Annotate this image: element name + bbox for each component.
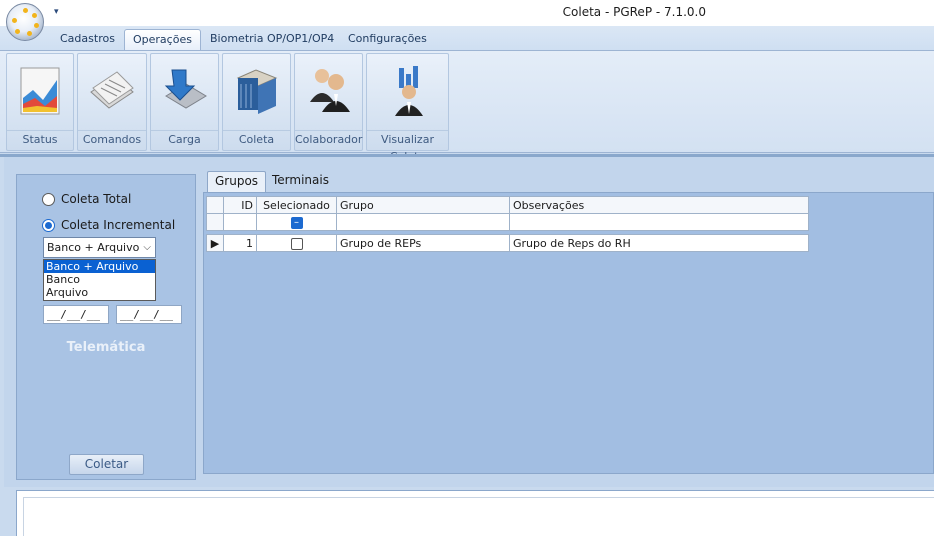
source-dropdown-list: Banco + Arquivo Banco Arquivo <box>43 259 156 301</box>
cell-observacoes[interactable]: Grupo de Reps do RH <box>509 234 809 252</box>
filter-selecionado-cell[interactable]: – <box>256 213 337 231</box>
dropdown-option-banco[interactable]: Banco <box>44 273 155 286</box>
coletar-button[interactable]: Coletar <box>69 454 144 475</box>
radio-coleta-total-indicator[interactable] <box>42 192 55 206</box>
carga-download-icon <box>164 69 207 109</box>
tab-terminais[interactable]: Terminais <box>265 171 336 192</box>
row-header-corner <box>206 196 224 214</box>
tab-grupos[interactable]: Grupos <box>207 171 267 192</box>
filter-row-header <box>206 213 224 231</box>
comandos-documents-icon <box>90 71 134 109</box>
column-header-selecionado[interactable]: Selecionado <box>256 196 337 214</box>
dropdown-option-arquivo[interactable]: Arquivo <box>44 286 155 299</box>
grupos-table: ID Selecionado Grupo Observações – ▶ 1 G… <box>206 196 809 252</box>
coleta-label: Coleta <box>223 130 290 147</box>
tab-configuracoes[interactable]: Configurações <box>340 29 435 50</box>
coleta-book-icon <box>236 69 277 114</box>
colaborador-users-icon <box>309 69 350 112</box>
ribbon-tab-bar: Cadastros Operações Biometria OP/OP1/OP4… <box>0 26 934 50</box>
status-chart-icon <box>20 67 60 115</box>
tab-cadastros[interactable]: Cadastros <box>52 29 123 50</box>
tab-biometria[interactable]: Biometria OP/OP1/OP4 <box>202 29 342 50</box>
colaborador-label: Colaborador <box>295 130 362 147</box>
radio-coleta-incremental-label: Coleta Incremental <box>61 218 176 232</box>
table-header-row: ID Selecionado Grupo Observações <box>206 196 809 214</box>
coleta-button[interactable]: Coleta <box>222 53 291 151</box>
table-row[interactable]: ▶ 1 Grupo de REPs Grupo de Reps do RH <box>206 234 809 252</box>
coleta-options-panel: Coleta Total Coleta Incremental Banco + … <box>16 174 196 480</box>
application-menu-button[interactable] <box>6 3 44 41</box>
date-from-field[interactable]: __/__/__ <box>43 305 109 324</box>
grid-area: Grupos Terminais ID Selecionado Grupo Ob… <box>201 168 934 480</box>
radio-coleta-total[interactable]: Coleta Total <box>42 191 131 207</box>
log-textarea[interactable] <box>23 497 934 536</box>
cell-grupo[interactable]: Grupo de REPs <box>336 234 510 252</box>
filter-observacoes-cell[interactable] <box>509 213 809 231</box>
visualizar-coleta-button[interactable]: Visualizar Coleta <box>366 53 449 163</box>
visualizar-coleta-icon <box>394 66 423 116</box>
source-select-value: Banco + Arquivo <box>47 241 140 254</box>
source-select[interactable]: Banco + Arquivo ⌵ <box>43 237 156 258</box>
column-header-observacoes[interactable]: Observações <box>509 196 809 214</box>
radio-coleta-total-label: Coleta Total <box>61 192 132 206</box>
title-bar: ▾ Coleta - PGReP - 7.1.0.0 <box>0 0 934 26</box>
radio-coleta-incremental-indicator[interactable] <box>42 218 55 232</box>
telematica-label: Telemática <box>66 340 146 355</box>
select-all-checkbox[interactable]: – <box>290 216 303 229</box>
column-header-grupo[interactable]: Grupo <box>336 196 510 214</box>
date-to-field[interactable]: __/__/__ <box>116 305 182 324</box>
comandos-button[interactable]: Comandos <box>77 53 147 151</box>
radio-coleta-incremental[interactable]: Coleta Incremental <box>42 217 175 233</box>
cell-selecionado[interactable] <box>256 234 337 252</box>
status-button[interactable]: Status <box>6 53 74 151</box>
column-header-id[interactable]: ID <box>223 196 257 214</box>
chevron-down-icon[interactable]: ⌵ <box>143 238 151 257</box>
log-panel <box>16 490 934 536</box>
carga-button[interactable]: Carga <box>150 53 219 151</box>
tab-operacoes[interactable]: Operações <box>124 29 201 50</box>
carga-label: Carga <box>151 130 218 147</box>
dropdown-option-banco-arquivo[interactable]: Banco + Arquivo <box>44 260 155 273</box>
status-label: Status <box>7 130 73 147</box>
current-row-indicator-icon: ▶ <box>206 234 224 252</box>
cell-id[interactable]: 1 <box>223 234 257 252</box>
row-checkbox[interactable] <box>290 237 303 250</box>
comandos-label: Comandos <box>78 130 146 147</box>
colaborador-button[interactable]: Colaborador <box>294 53 363 151</box>
window-title: Coleta - PGReP - 7.1.0.0 <box>562 5 706 19</box>
grid-panel: ID Selecionado Grupo Observações – ▶ 1 G… <box>203 192 934 474</box>
filter-id-cell[interactable] <box>223 213 257 231</box>
filter-grupo-cell[interactable] <box>336 213 510 231</box>
filter-row: – <box>206 213 809 231</box>
ribbon-panel: Status Comandos Carga Coleta Colaborador… <box>0 50 934 163</box>
visualizar-coleta-label: Visualizar Coleta <box>367 130 448 163</box>
